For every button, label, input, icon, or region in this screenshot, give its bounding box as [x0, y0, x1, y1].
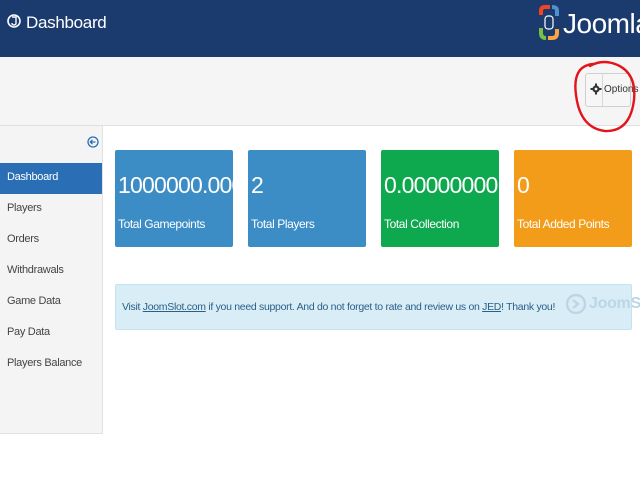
sidebar-item-players-balance[interactable]: Players Balance	[0, 349, 102, 380]
joomslot-brand-text: JoomSlot	[589, 295, 640, 312]
gear-icon	[590, 83, 602, 95]
support-info-box: Visit JoomSlot.com if you need support. …	[115, 284, 640, 330]
sidebar-item-players[interactable]: Players	[0, 194, 102, 225]
sidebar-item-orders[interactable]: Orders	[0, 225, 102, 256]
sidebar-item-game-data[interactable]: Game Data	[0, 287, 102, 318]
stat-value: 0	[517, 172, 530, 198]
joomla-small-icon	[7, 14, 21, 28]
jed-link[interactable]: JED	[482, 301, 501, 313]
joomslot-link[interactable]: JoomSlot.com	[143, 301, 206, 313]
support-message: Visit JoomSlot.com if you need support. …	[122, 301, 556, 313]
page-title: Dashboard	[26, 13, 107, 32]
sidebar-nav: Dashboard Players Orders Withdrawals Gam…	[0, 163, 102, 380]
stat-card-total-gamepoints: 1000000.0000 Total Gamepoints	[115, 150, 256, 247]
collapse-sidebar-icon[interactable]	[87, 136, 99, 148]
stat-card-total-players: 2 Total Players	[248, 150, 366, 247]
stat-card-total-added-points: 0 Total Added Points	[514, 150, 632, 247]
joomla-logo-text: Joomla!	[563, 8, 640, 39]
stat-label: Total Gamepoints	[118, 217, 205, 231]
options-label: Options	[604, 84, 639, 95]
stat-label: Total Players	[251, 217, 315, 231]
stat-value: 1000000.0000	[118, 172, 256, 198]
sidebar-item-pay-data[interactable]: Pay Data	[0, 318, 102, 349]
stat-value: 0.00000000 BTC	[384, 172, 523, 199]
stat-card-total-collection: 0.00000000 BTC Total Collection	[381, 150, 523, 247]
sidebar-item-dashboard[interactable]: Dashboard	[0, 163, 102, 194]
sidebar-item-withdrawals[interactable]: Withdrawals	[0, 256, 102, 287]
stat-value: 2	[251, 172, 264, 198]
stat-label: Total Collection	[384, 217, 459, 231]
button-divider	[602, 74, 603, 106]
app-header: Dashboard Joomla!	[0, 0, 640, 57]
stat-label: Total Added Points	[517, 217, 610, 231]
options-button[interactable]: Options	[585, 73, 638, 107]
joomla-logo-icon	[539, 5, 559, 40]
sidebar: Dashboard Players Orders Withdrawals Gam…	[0, 126, 103, 434]
joomslot-logo-icon	[565, 293, 587, 315]
toolbar: Options	[0, 57, 640, 126]
